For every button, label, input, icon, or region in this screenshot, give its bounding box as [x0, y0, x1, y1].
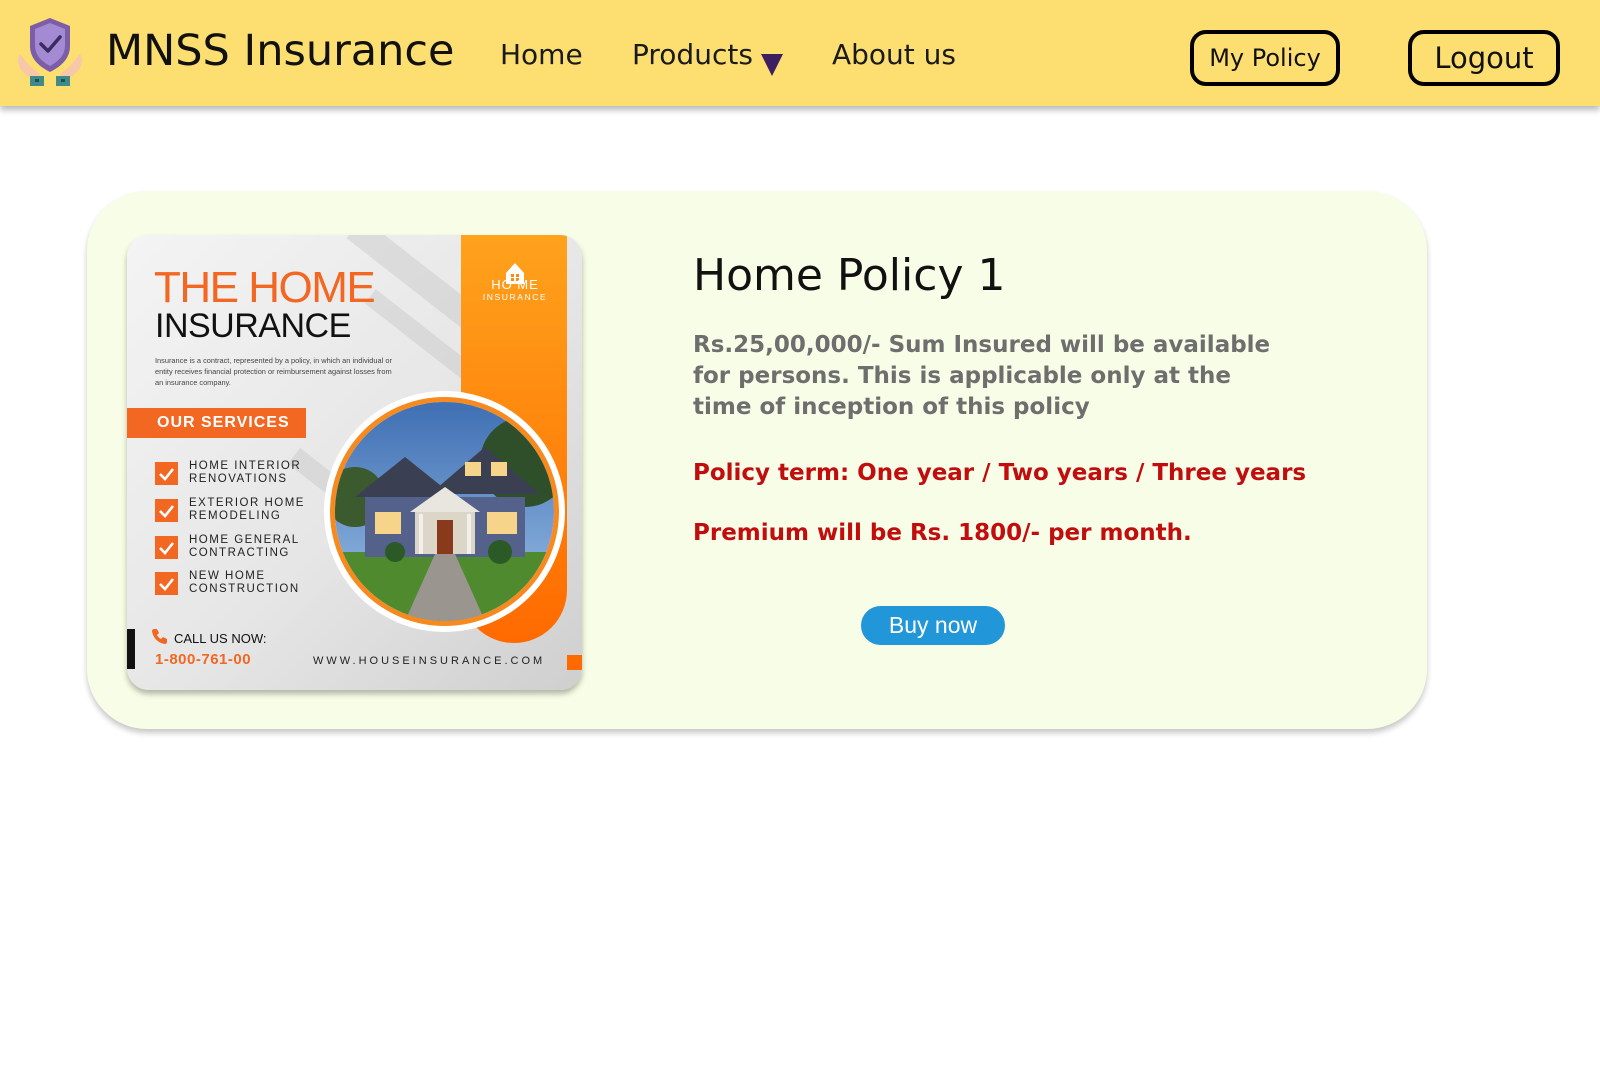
poster-service-text: NEW HOME CONSTRUCTION — [189, 570, 300, 595]
my-policy-button[interactable]: My Policy — [1190, 30, 1340, 86]
logout-button[interactable]: Logout — [1408, 30, 1560, 86]
policy-term: Policy term: One year / Two years / Thre… — [693, 460, 1307, 486]
poster-black-bar — [127, 629, 135, 669]
caret-down-icon[interactable] — [759, 50, 785, 78]
poster-service-text: HOME INTERIOR RENOVATIONS — [189, 460, 302, 485]
house-photo — [330, 397, 559, 626]
nav-about-link[interactable]: About us — [832, 38, 956, 71]
poster-logo-sub: INSURANCE — [482, 292, 548, 302]
poster-orange-square — [567, 655, 582, 670]
poster-service-text: EXTERIOR HOME REMODELING — [189, 497, 305, 522]
poster-url: WWW.HOUSEINSURANCE.COM — [313, 655, 546, 667]
poster-call-label: CALL US NOW: — [174, 631, 267, 646]
policy-premium: Premium will be Rs. 1800/- per month. — [693, 520, 1192, 546]
nav-products-link[interactable]: Products — [632, 38, 753, 71]
poster-description: Insurance is a contract, represented by … — [155, 356, 392, 387]
brand-title: MNSS Insurance — [106, 26, 455, 76]
poster-service-text: HOME GENERAL CONTRACTING — [189, 534, 300, 559]
buy-now-button[interactable]: Buy now — [861, 606, 1005, 645]
policy-title: Home Policy 1 — [693, 250, 1006, 301]
checkbox-checked-icon — [155, 536, 178, 559]
poster-title-line1: THE HOME — [154, 263, 376, 312]
navbar: MNSS Insurance Home Products About us My… — [0, 0, 1600, 106]
nav-home-link[interactable]: Home — [500, 38, 583, 71]
shield-hands-icon[interactable] — [14, 14, 86, 90]
poster-phone-number: 1-800-761-00 — [155, 651, 252, 668]
phone-icon — [152, 629, 167, 644]
policy-description: Rs.25,00,000/- Sum Insured will be avail… — [693, 332, 1271, 420]
poster-logo-word: HO ME — [491, 277, 539, 292]
checkbox-checked-icon — [155, 462, 178, 485]
home-insurance-poster-image: THE HOME INSURANCE Insurance is a contra… — [127, 235, 582, 690]
poster-title-line2: INSURANCE — [155, 307, 351, 345]
house-illustration — [335, 402, 554, 621]
poster-services-heading: OUR SERVICES — [127, 408, 306, 438]
checkbox-checked-icon — [155, 572, 178, 595]
checkbox-checked-icon — [155, 499, 178, 522]
